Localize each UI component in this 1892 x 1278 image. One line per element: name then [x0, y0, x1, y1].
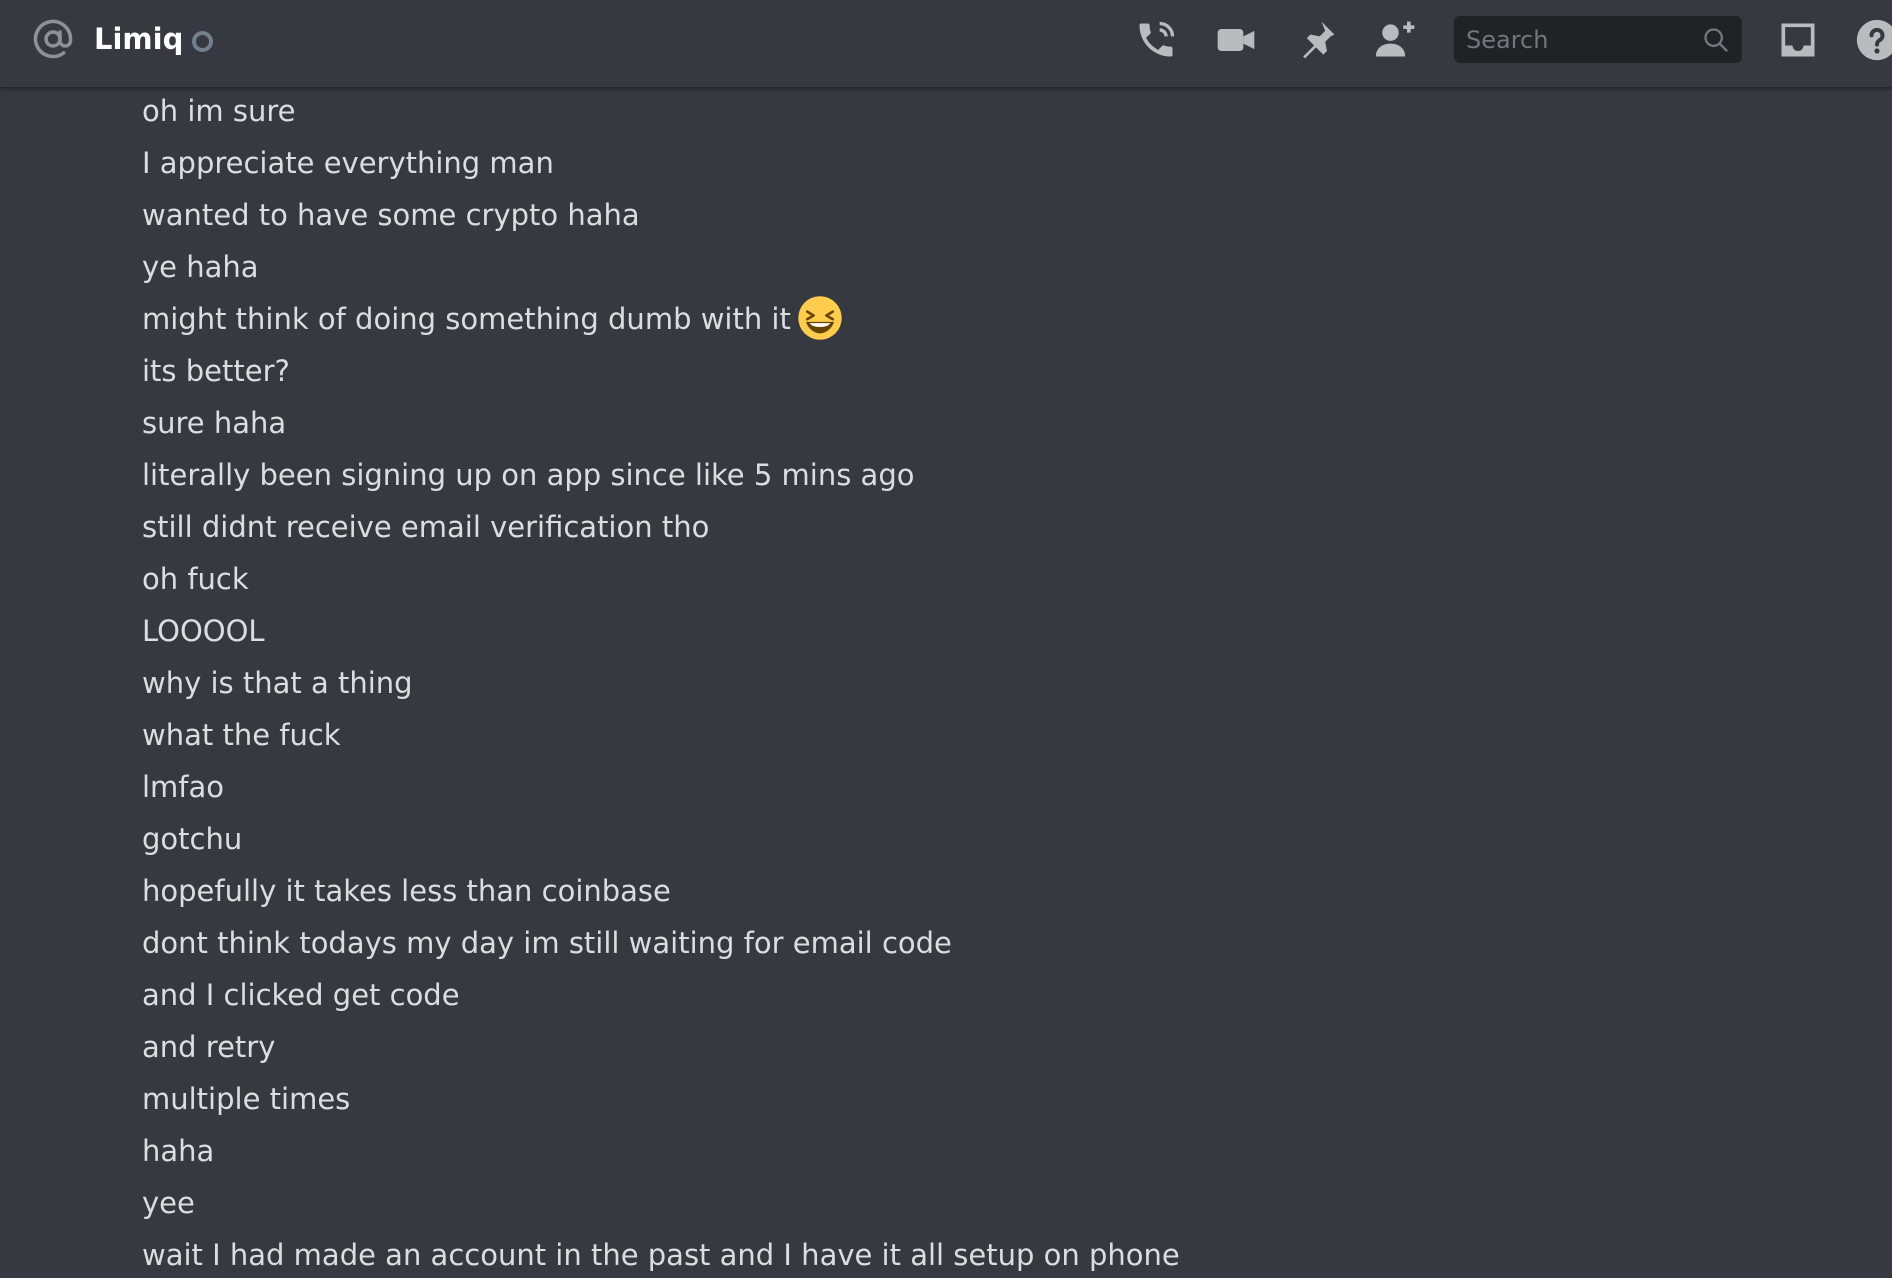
message[interactable]: why is that a thing — [142, 663, 413, 703]
message[interactable]: lmfao — [142, 767, 224, 807]
message-text: might think of doing something dumb with… — [142, 302, 791, 336]
message[interactable]: wait I had made an account in the past a… — [142, 1235, 1180, 1275]
message[interactable]: dont think todays my day im still waitin… — [142, 923, 952, 963]
search-input[interactable] — [1454, 16, 1684, 63]
message[interactable]: might think of doing something dumb with… — [142, 296, 843, 341]
message[interactable]: what the fuck — [142, 715, 341, 755]
add-friend-icon[interactable] — [1374, 18, 1418, 62]
channel-header: Limiq — [0, 0, 1892, 87]
inbox-icon[interactable] — [1776, 18, 1820, 62]
message[interactable]: and I clicked get code — [142, 975, 460, 1015]
message[interactable]: hopefully it takes less than coinbase — [142, 871, 671, 911]
status-offline-icon — [192, 31, 213, 52]
message[interactable]: oh im sure — [142, 91, 295, 131]
message-list: oh im sure I appreciate everything man w… — [0, 87, 1892, 1278]
message[interactable]: its better? — [142, 351, 290, 391]
message[interactable]: LOOOOL — [142, 611, 265, 651]
message[interactable]: ye haha — [142, 247, 259, 287]
at-icon — [33, 19, 73, 59]
message[interactable]: still didnt receive email verification t… — [142, 507, 709, 547]
message[interactable]: I appreciate everything man — [142, 143, 554, 183]
video-call-icon[interactable] — [1214, 18, 1258, 62]
message[interactable]: sure haha — [142, 403, 286, 443]
message[interactable]: yee — [142, 1183, 195, 1223]
message[interactable]: literally been signing up on app since l… — [142, 455, 914, 495]
message[interactable]: and retry — [142, 1027, 275, 1067]
search-box[interactable] — [1454, 16, 1742, 63]
message[interactable]: gotchu — [142, 819, 242, 859]
message[interactable]: wanted to have some crypto haha — [142, 195, 640, 235]
phone-call-icon[interactable] — [1134, 18, 1178, 62]
search-icon[interactable] — [1702, 26, 1730, 54]
dm-window: Limiq Search oh im sure I appreciate eve… — [0, 0, 1892, 1278]
channel-name[interactable]: Limiq — [94, 19, 183, 59]
help-icon[interactable] — [1855, 18, 1892, 62]
message[interactable]: haha — [142, 1131, 214, 1171]
pin-icon[interactable] — [1294, 18, 1338, 62]
laughing-emoji-icon — [798, 296, 842, 340]
message[interactable]: multiple times — [142, 1079, 350, 1119]
message[interactable]: oh fuck — [142, 559, 249, 599]
